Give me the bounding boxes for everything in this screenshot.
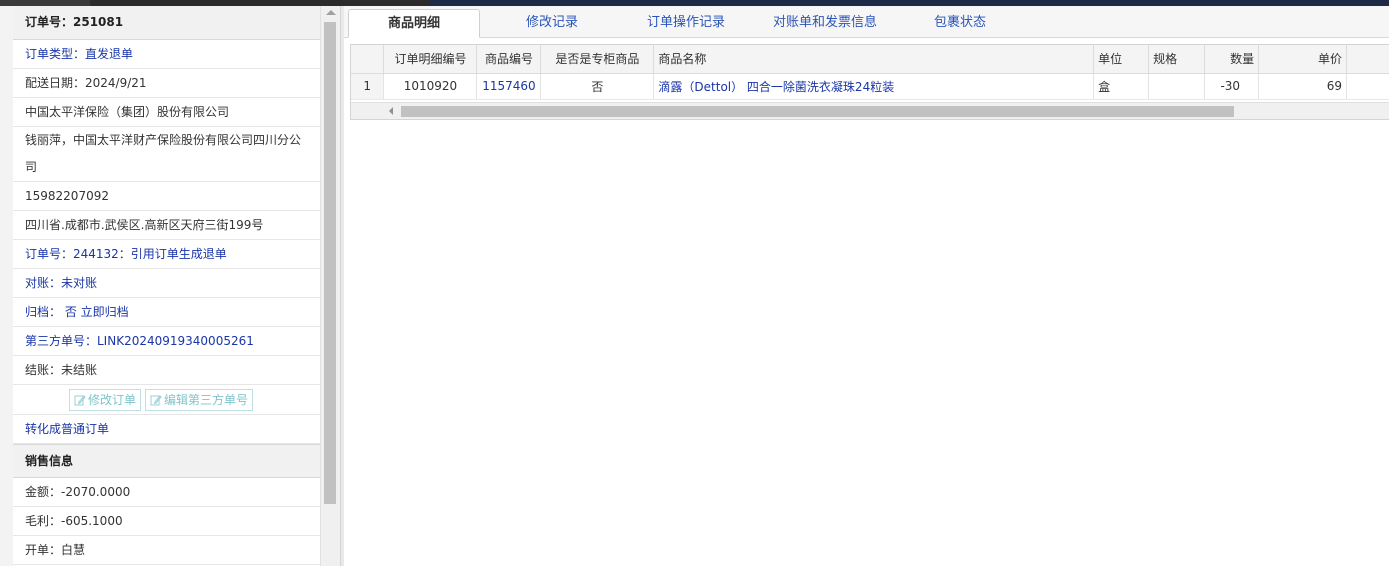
scrollbar-thumb[interactable] xyxy=(401,106,1234,117)
table-header-row: 订单明细编号 商品编号 是否是专柜商品 商品名称 单位 规格 数量 单价 xyxy=(351,45,1389,74)
convert-to-normal-order-link[interactable]: 转化成普通订单 xyxy=(13,415,320,444)
delivery-date: 配送日期：2024/9/21 xyxy=(13,69,320,98)
order-type[interactable]: 订单类型：直发退单 xyxy=(13,40,320,69)
overflow-cell xyxy=(1346,73,1389,100)
scroll-up-arrow-icon[interactable] xyxy=(326,10,336,15)
edit-third-party-button[interactable]: 编辑第三方单号 xyxy=(145,388,254,411)
order-creator: 开单：白慧 xyxy=(13,536,320,565)
col-header-unit-price[interactable]: 单价 xyxy=(1258,45,1347,74)
col-header-overflow xyxy=(1346,45,1389,74)
tab-bar: 商品明细 修改记录 订单操作记录 对账单和发票信息 包裹状态 xyxy=(344,6,1389,38)
scroll-left-arrow-icon[interactable] xyxy=(389,107,393,115)
third-party-number[interactable]: 第三方单号：LINK20240919340005261 xyxy=(13,327,320,356)
phone-number: 15982207092 xyxy=(13,182,320,211)
tab-product-details[interactable]: 商品明细 xyxy=(348,9,480,38)
col-header-row-number xyxy=(351,45,385,74)
order-detail-panel: 商品明细 修改记录 订单操作记录 对账单和发票信息 包裹状态 订单明细编号 商品… xyxy=(344,6,1389,566)
counter-product-cell: 否 xyxy=(540,73,655,100)
contact-info: 钱丽萍，中国太平洋财产保险股份有限公司四川分公司 xyxy=(13,127,320,182)
spec-cell xyxy=(1148,73,1206,100)
table-row[interactable]: 1 1010920 1157460 否 滴露（Dettol） 四合一除菌洗衣凝珠… xyxy=(351,73,1389,100)
gross-profit: 毛利：-605.1000 xyxy=(13,507,320,536)
edit-order-button[interactable]: 修改订单 xyxy=(69,388,142,411)
edit-icon xyxy=(74,394,86,405)
referenced-order-link[interactable]: 订单号：244132：引用订单生成退单 xyxy=(13,240,320,269)
product-table: 订单明细编号 商品编号 是否是专柜商品 商品名称 单位 规格 数量 单价 1 1… xyxy=(351,45,1389,100)
left-vertical-scrollbar[interactable] xyxy=(320,6,340,566)
tab-statement-invoice[interactable]: 对账单和发票信息 xyxy=(760,9,890,38)
company-name: 中国太平洋保险（集团）股份有限公司 xyxy=(13,98,320,127)
sales-amount: 金额：-2070.0000 xyxy=(13,478,320,507)
product-details-grid: 订单明细编号 商品编号 是否是专柜商品 商品名称 单位 规格 数量 单价 1 1… xyxy=(350,44,1389,120)
quantity-cell: -30 xyxy=(1204,73,1260,100)
left-gutter xyxy=(0,6,13,566)
sales-info-header: 销售信息 xyxy=(13,444,320,478)
product-name-link[interactable]: 滴露（Dettol） 四合一除菌洗衣凝珠24粒装 xyxy=(653,73,1095,100)
tab-order-operation-log[interactable]: 订单操作记录 xyxy=(626,9,746,38)
col-header-unit[interactable]: 单位 xyxy=(1093,45,1150,74)
col-header-spec[interactable]: 规格 xyxy=(1148,45,1206,74)
row-number-cell: 1 xyxy=(351,73,385,100)
scrollbar-thumb[interactable] xyxy=(324,22,336,504)
settlement-status: 结账：未结账 xyxy=(13,356,320,385)
col-header-detail-id[interactable]: 订单明细编号 xyxy=(383,45,478,74)
edit-third-party-label: 编辑第三方单号 xyxy=(164,392,249,407)
detail-id-cell: 1010920 xyxy=(383,73,478,100)
action-buttons: 修改订单 编辑第三方单号 xyxy=(13,385,320,415)
tab-package-status[interactable]: 包裹状态 xyxy=(910,9,1010,38)
col-header-product-id[interactable]: 商品编号 xyxy=(476,45,542,74)
edit-icon xyxy=(150,394,162,405)
archive-status[interactable]: 归档： 否 立即归档 xyxy=(13,298,320,327)
grid-horizontal-scrollbar[interactable] xyxy=(351,102,1389,119)
unit-cell: 盒 xyxy=(1093,73,1150,100)
order-number-header: 订单号：251081 xyxy=(13,6,320,40)
col-header-counter-product[interactable]: 是否是专柜商品 xyxy=(540,45,655,74)
order-info-list: 订单号：251081 订单类型：直发退单 配送日期：2024/9/21 中国太平… xyxy=(13,6,320,566)
order-info-panel: 订单号：251081 订单类型：直发退单 配送日期：2024/9/21 中国太平… xyxy=(0,6,340,566)
col-header-product-name[interactable]: 商品名称 xyxy=(653,45,1095,74)
col-header-quantity[interactable]: 数量 xyxy=(1204,45,1260,74)
unit-price-cell: 69 xyxy=(1258,73,1347,100)
product-id-link[interactable]: 1157460 xyxy=(476,73,542,100)
edit-order-label: 修改订单 xyxy=(88,392,137,407)
reconciliation-status[interactable]: 对账：未对账 xyxy=(13,269,320,298)
address: 四川省.成都市.武侯区.高新区天府三街199号 xyxy=(13,211,320,240)
tab-modification-log[interactable]: 修改记录 xyxy=(492,9,612,38)
